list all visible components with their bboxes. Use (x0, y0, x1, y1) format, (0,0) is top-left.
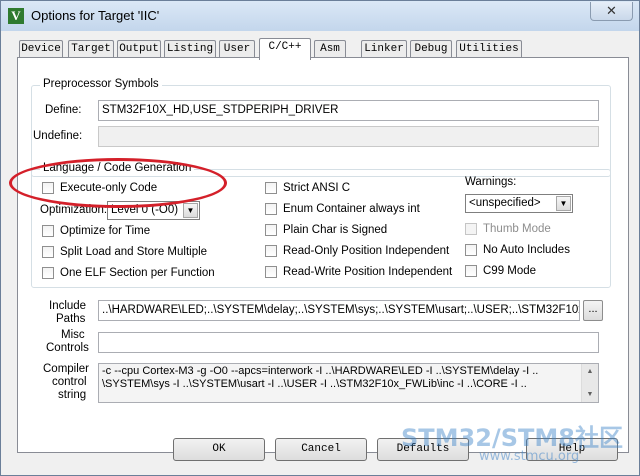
warnings-select[interactable]: <unspecified> ▼ (465, 194, 573, 213)
plain-char-label: Plain Char is Signed (283, 224, 388, 236)
watermark-text: STM32/STM8社区 (401, 424, 623, 452)
thumb-mode-checkbox[interactable] (465, 223, 477, 235)
keil-app-icon: V (8, 8, 24, 24)
cancel-button[interactable]: Cancel (275, 438, 367, 461)
compiler-control-line-1: -c --cpu Cortex-M3 -g -O0 --apcs=interwo… (102, 365, 539, 377)
enum-container-checkbox[interactable] (265, 203, 277, 215)
misc-label-2: Controls (46, 342, 89, 354)
misc-controls-input[interactable] (98, 332, 599, 353)
compiler-control-line-2: \SYSTEM\sys -I ..\SYSTEM\usart -I ..\USE… (102, 378, 527, 390)
options-dialog: V Options for Target 'IIC' ✕ Device Targ… (0, 0, 640, 476)
warnings-value: <unspecified> (469, 197, 541, 209)
c99-mode-checkbox[interactable] (465, 265, 477, 277)
window-title: Options for Target 'IIC' (31, 8, 160, 23)
undefine-input[interactable] (98, 126, 599, 147)
include-label-2: Paths (56, 313, 86, 325)
readonly-position-checkbox[interactable] (265, 245, 277, 257)
dialog-client: Device Target Output Listing User C/C++ … (5, 31, 635, 473)
chevron-down-icon: ▼ (183, 203, 198, 218)
compiler-label-3: string (58, 389, 87, 401)
tab-listing[interactable]: Listing (164, 40, 216, 58)
split-load-store-label: Split Load and Store Multiple (60, 246, 208, 258)
tab-device[interactable]: Device (19, 40, 63, 58)
split-load-store-checkbox[interactable] (42, 246, 54, 258)
tab-c-cpp[interactable]: C/C++ (259, 38, 311, 60)
compiler-label-1: Compiler (43, 363, 90, 375)
title-bar[interactable]: V Options for Target 'IIC' ✕ (1, 1, 639, 31)
thumb-mode-label: Thumb Mode (483, 223, 551, 235)
misc-label-1: Misc (61, 329, 85, 341)
c99-mode-label: C99 Mode (483, 265, 537, 277)
tab-utilities[interactable]: Utilities (456, 40, 522, 58)
warnings-label: Warnings: (465, 176, 517, 188)
enum-container-label: Enum Container always int (283, 203, 420, 215)
readwrite-position-checkbox[interactable] (265, 266, 277, 278)
readonly-position-label: Read-Only Position Independent (283, 245, 450, 257)
tab-asm[interactable]: Asm (314, 40, 346, 58)
define-input[interactable]: STM32F10X_HD,USE_STDPERIPH_DRIVER (98, 100, 599, 121)
readwrite-position-label: Read-Write Position Independent (283, 266, 453, 278)
preprocessor-group-title: Preprocessor Symbols (40, 78, 162, 90)
ok-button[interactable]: OK (173, 438, 265, 461)
tab-target[interactable]: Target (68, 40, 114, 58)
compiler-label-2: control (52, 376, 87, 388)
one-elf-section-checkbox[interactable] (42, 267, 54, 279)
tab-output[interactable]: Output (117, 40, 161, 58)
tab-debug[interactable]: Debug (410, 40, 452, 58)
no-auto-includes-label: No Auto Includes (483, 244, 570, 256)
scroll-down-icon[interactable]: ▼ (582, 387, 598, 402)
watermark-url: www.stmcu.org (479, 449, 580, 464)
compiler-control-text[interactable]: -c --cpu Cortex-M3 -g -O0 --apcs=interwo… (98, 363, 599, 403)
close-button[interactable]: ✕ (590, 2, 633, 21)
plain-char-checkbox[interactable] (265, 224, 277, 236)
include-paths-input[interactable]: ..\HARDWARE\LED;..\SYSTEM\delay;..\SYSTE… (98, 300, 580, 321)
include-label-1: Include (49, 300, 87, 312)
one-elf-section-label: One ELF Section per Function (60, 267, 215, 279)
strict-ansi-label: Strict ANSI C (283, 182, 351, 194)
tab-linker[interactable]: Linker (361, 40, 407, 58)
optimize-time-label: Optimize for Time (60, 225, 151, 237)
tab-user[interactable]: User (219, 40, 255, 58)
strict-ansi-checkbox[interactable] (265, 182, 277, 194)
define-label: Define: (45, 104, 82, 116)
compiler-scrollbar[interactable]: ▲ ▼ (581, 364, 598, 402)
optimize-time-checkbox[interactable] (42, 225, 54, 237)
chevron-down-icon: ▼ (556, 196, 571, 211)
include-browse-button[interactable]: ... (583, 300, 603, 321)
undefine-label: Undefine: (33, 130, 83, 142)
c-cpp-panel: Preprocessor Symbols Define: STM32F10X_H… (17, 57, 629, 453)
close-icon: ✕ (606, 3, 617, 18)
no-auto-includes-checkbox[interactable] (465, 244, 477, 256)
optimization-highlight-annotation (9, 158, 227, 208)
scroll-up-icon[interactable]: ▲ (582, 364, 598, 379)
